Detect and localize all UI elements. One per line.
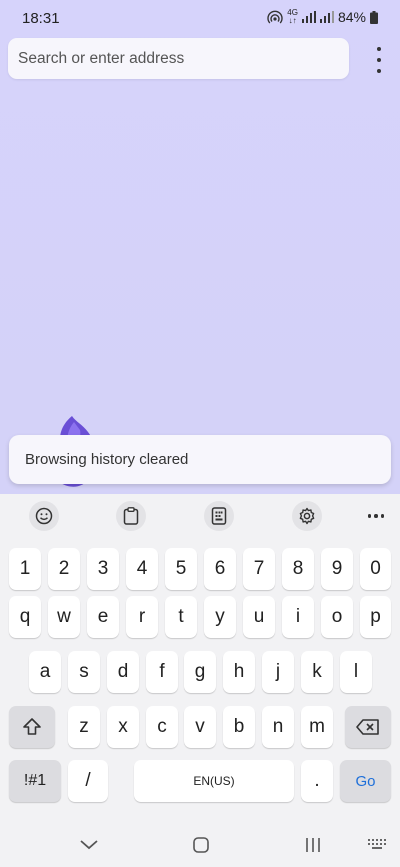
key-8[interactable]: 8 (282, 548, 314, 590)
key-3[interactable]: 3 (87, 548, 119, 590)
key-i[interactable]: i (282, 596, 314, 638)
key-e[interactable]: e (87, 596, 119, 638)
keypad-icon[interactable] (204, 501, 234, 531)
key-h[interactable]: h (223, 651, 255, 693)
signal-icon (301, 11, 316, 23)
key-x[interactable]: x (107, 706, 139, 748)
key-2[interactable]: 2 (48, 548, 80, 590)
key-v[interactable]: v (184, 706, 216, 748)
status-icons: 4G ↓↑ 84% (267, 9, 378, 25)
home-icon[interactable] (186, 830, 216, 860)
key-r[interactable]: r (126, 596, 158, 638)
key-u[interactable]: u (243, 596, 275, 638)
hide-keyboard-icon[interactable] (74, 830, 104, 860)
bottom-row: !#1 / EN(US) . Go (0, 760, 400, 804)
key-w[interactable]: w (48, 596, 80, 638)
key-g[interactable]: g (184, 651, 216, 693)
shift-icon (23, 718, 41, 735)
go-key[interactable]: Go (340, 760, 391, 802)
shift-key[interactable] (9, 706, 55, 748)
period-key[interactable]: . (301, 760, 333, 802)
key-k[interactable]: k (301, 651, 333, 693)
letter-row-3: z x c v b n m (0, 706, 400, 750)
signal-icon-2 (319, 11, 334, 23)
key-6[interactable]: 6 (204, 548, 236, 590)
recent-apps-icon[interactable] (298, 830, 328, 860)
symbols-key[interactable]: !#1 (9, 760, 61, 802)
number-row: 1 2 3 4 5 6 7 8 9 0 (0, 548, 400, 592)
keyboard-toolbar (0, 494, 400, 538)
key-z[interactable]: z (68, 706, 100, 748)
more-vertical-icon[interactable] (368, 47, 390, 73)
key-l[interactable]: l (340, 651, 372, 693)
key-a[interactable]: a (29, 651, 61, 693)
more-horizontal-icon[interactable] (361, 501, 391, 531)
slash-key[interactable]: / (68, 760, 108, 802)
key-b[interactable]: b (223, 706, 255, 748)
key-y[interactable]: y (204, 596, 236, 638)
hotspot-icon (267, 10, 283, 24)
key-1[interactable]: 1 (9, 548, 41, 590)
backspace-icon (356, 719, 379, 735)
key-c[interactable]: c (146, 706, 178, 748)
toast-notification: Browsing history cleared (9, 435, 391, 484)
key-o[interactable]: o (321, 596, 353, 638)
key-4[interactable]: 4 (126, 548, 158, 590)
key-q[interactable]: q (9, 596, 41, 638)
key-f[interactable]: f (146, 651, 178, 693)
key-0[interactable]: 0 (360, 548, 391, 590)
key-m[interactable]: m (301, 706, 333, 748)
letter-row-2: a s d f g h j k l (0, 651, 400, 695)
key-n[interactable]: n (262, 706, 294, 748)
key-5[interactable]: 5 (165, 548, 197, 590)
battery-icon (370, 10, 378, 24)
navigation-bar (0, 822, 400, 867)
space-key[interactable]: EN(US) (134, 760, 294, 802)
key-9[interactable]: 9 (321, 548, 353, 590)
settings-icon[interactable] (292, 501, 322, 531)
address-bar[interactable]: Search or enter address (8, 38, 349, 79)
network-type: 4G ↓↑ (287, 8, 298, 25)
battery-percent: 84% (337, 9, 366, 25)
clipboard-icon[interactable] (116, 501, 146, 531)
status-time: 18:31 (22, 10, 60, 27)
key-t[interactable]: t (165, 596, 197, 638)
keyboard-switch-icon[interactable] (362, 830, 392, 860)
key-j[interactable]: j (262, 651, 294, 693)
key-s[interactable]: s (68, 651, 100, 693)
key-p[interactable]: p (360, 596, 391, 638)
key-d[interactable]: d (107, 651, 139, 693)
backspace-key[interactable] (345, 706, 391, 748)
emoji-icon[interactable] (29, 501, 59, 531)
address-placeholder: Search or enter address (18, 49, 185, 67)
toast-message: Browsing history cleared (25, 451, 189, 468)
keyboard: 1 2 3 4 5 6 7 8 9 0 q w e r t y u i o p … (0, 494, 400, 822)
key-7[interactable]: 7 (243, 548, 275, 590)
status-bar: 18:31 4G ↓↑ 84% (0, 0, 400, 36)
letter-row-1: q w e r t y u i o p (0, 596, 400, 640)
